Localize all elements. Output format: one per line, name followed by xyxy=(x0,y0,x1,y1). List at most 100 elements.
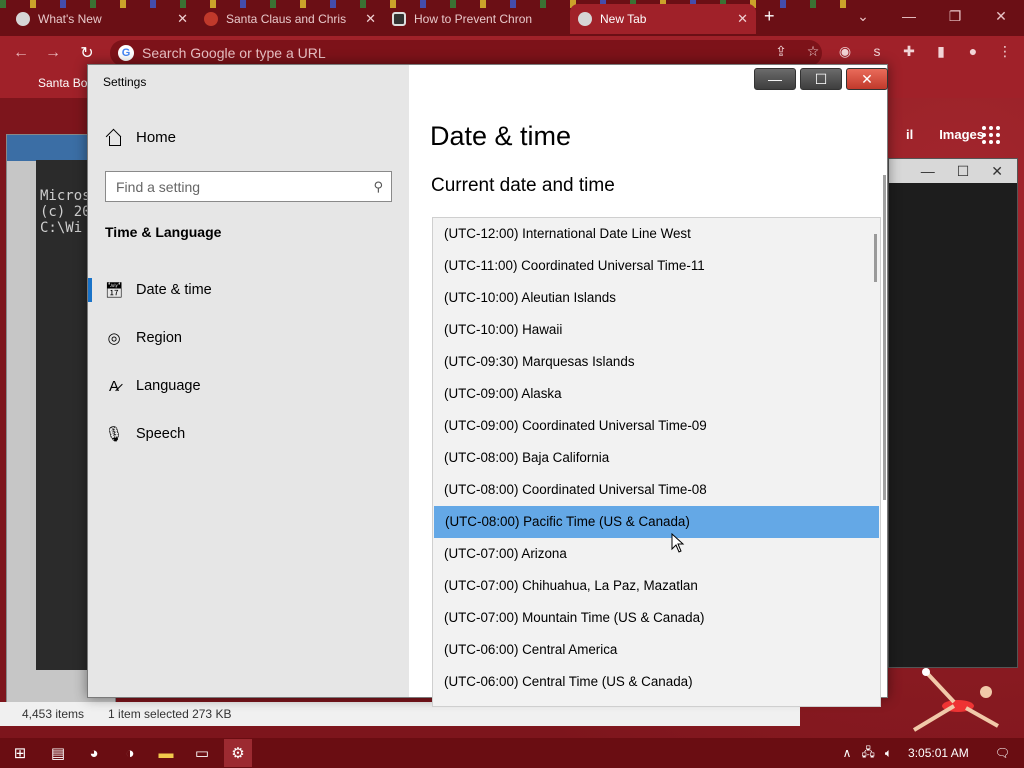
bookmark-item[interactable]: Santa Bo xyxy=(38,76,87,90)
microphone-icon: 🎙︎ xyxy=(104,426,124,443)
tab-title: How to Prevent Chron xyxy=(414,12,533,26)
timezone-option[interactable]: (UTC-07:00) Arizona xyxy=(433,538,880,570)
toolbar-actions: ⇪ ☆ ◉ s ✚ ▮ ● ⋮ xyxy=(770,40,1016,62)
gmail-link[interactable]: il xyxy=(906,127,913,142)
timezone-option[interactable]: (UTC-08:00) Coordinated Universal Time-0… xyxy=(433,474,880,506)
sidebar-icon[interactable]: ▮ xyxy=(930,40,952,62)
tab-search-icon[interactable]: ⌄ xyxy=(840,0,886,32)
notification-icon[interactable]: 🗨︎ xyxy=(995,746,1010,760)
windows-start-icon[interactable]: ⊞ xyxy=(6,739,34,767)
close-button[interactable]: ✕ xyxy=(846,68,888,90)
sidebar-item-label: Language xyxy=(136,378,201,394)
window-title: Settings xyxy=(103,75,147,89)
timezone-option[interactable]: (UTC-12:00) International Date Line West xyxy=(433,218,880,250)
apps-grid-icon[interactable] xyxy=(982,126,1000,144)
system-tray: ∧ 🖧︎ 🔈︎ 3:05:01 AM 🗨︎ xyxy=(843,738,1024,768)
background-window: — ☐ ✕ xyxy=(888,158,1018,668)
restore-icon[interactable]: ❐ xyxy=(932,0,978,32)
browser-tab[interactable]: Santa Claus and Chris ✕ xyxy=(196,4,384,34)
home-nav-item[interactable]: Home xyxy=(106,129,176,146)
sidebar-item-label: Speech xyxy=(136,426,186,442)
timezone-option[interactable]: (UTC-06:00) Central America xyxy=(433,634,880,666)
clock-label[interactable]: 3:05:01 AM xyxy=(908,746,969,760)
timezone-option[interactable]: (UTC-10:00) Aleutian Islands xyxy=(433,282,880,314)
sidebar-item-speech[interactable]: 🎙︎ Speech xyxy=(88,412,409,456)
minimize-button[interactable]: — xyxy=(754,68,796,90)
sidebar-item-date-time[interactable]: 📅︎ Date & time xyxy=(88,268,409,312)
sidebar-item-label: Region xyxy=(136,330,182,346)
page-scrollbar[interactable] xyxy=(883,175,886,500)
chrome-icon xyxy=(578,12,592,26)
close-icon[interactable]: ✕ xyxy=(177,11,188,27)
calendar-clock-icon: 📅︎ xyxy=(104,282,124,299)
terminal-icon[interactable]: ▭ xyxy=(188,739,216,767)
globe-icon: ◎ xyxy=(107,330,121,347)
dancer-image xyxy=(912,668,999,732)
profile-icon[interactable]: ● xyxy=(962,40,984,62)
browser-tab[interactable]: How to Prevent Chron xyxy=(384,4,570,34)
timezone-option[interactable]: (UTC-07:00) Chihuahua, La Paz, Mazatlan xyxy=(433,570,880,602)
back-icon[interactable]: ← xyxy=(10,42,32,64)
tab-title: New Tab xyxy=(600,12,647,26)
tab-title: Santa Claus and Chris xyxy=(226,12,347,26)
close-icon[interactable]: ✕ xyxy=(737,11,748,27)
reload-icon[interactable]: ↻ xyxy=(76,42,98,64)
address-bar[interactable]: G Search Google or type a URL xyxy=(110,40,822,66)
home-label: Home xyxy=(136,129,177,146)
close-icon[interactable]: ✕ xyxy=(978,0,1024,32)
close-icon[interactable]: ✕ xyxy=(991,159,1003,183)
site-favicon-icon xyxy=(392,12,406,26)
timezone-dropdown-list[interactable]: (UTC-12:00) International Date Line West… xyxy=(432,217,881,707)
timezone-option[interactable]: (UTC-09:00) Coordinated Universal Time-0… xyxy=(433,410,880,442)
share-icon[interactable]: ⇪ xyxy=(770,40,792,62)
list-scrollbar[interactable] xyxy=(874,234,877,282)
extension-icon[interactable]: s xyxy=(866,40,888,62)
folder-icon[interactable]: ▬ xyxy=(152,739,180,767)
google-links: il Images xyxy=(906,127,984,142)
chevron-up-icon[interactable]: ∧ xyxy=(843,746,852,760)
settings-gear-icon[interactable]: ⚙ xyxy=(224,739,252,767)
volume-icon[interactable]: 🔈︎ xyxy=(885,746,892,761)
timezone-option[interactable]: (UTC-09:00) Alaska xyxy=(433,378,880,410)
maximize-button[interactable]: ☐ xyxy=(800,68,842,90)
mouse-cursor-icon xyxy=(671,533,685,553)
firefox-icon[interactable]: ◑ xyxy=(116,739,144,767)
item-count: 4,453 items xyxy=(22,707,85,721)
timezone-option[interactable]: (UTC-09:30) Marquesas Islands xyxy=(433,346,880,378)
extension-icon[interactable]: ◉ xyxy=(834,40,856,62)
tab-title: What's New xyxy=(38,12,102,26)
site-favicon-icon xyxy=(204,12,218,26)
browser-tab[interactable]: What's New ✕ xyxy=(8,4,196,34)
task-view-icon[interactable]: ▤ xyxy=(44,739,72,767)
minimize-icon[interactable]: — xyxy=(886,0,932,32)
timezone-option-selected[interactable]: (UTC-08:00) Pacific Time (US & Canada) xyxy=(434,506,879,538)
sidebar-item-region[interactable]: ◎ Region xyxy=(88,316,409,360)
search-placeholder: Find a setting xyxy=(116,179,201,195)
star-icon[interactable]: ☆ xyxy=(802,40,824,62)
timezone-option[interactable]: (UTC-06:00) Central Time (US & Canada) xyxy=(433,666,880,698)
timezone-option[interactable]: (UTC-10:00) Hawaii xyxy=(433,314,880,346)
minimize-icon[interactable]: — xyxy=(921,159,935,183)
language-icon: A̷ xyxy=(108,377,119,395)
sidebar-item-language[interactable]: A̷ Language xyxy=(88,364,409,408)
selection-info: 1 item selected 273 KB xyxy=(108,707,232,721)
timezone-option[interactable]: (UTC-08:00) Baja California xyxy=(433,442,880,474)
network-icon[interactable]: 🖧︎ xyxy=(861,743,874,764)
images-link[interactable]: Images xyxy=(939,127,984,142)
settings-window: Settings Home Find a setting ⚲ Time & La… xyxy=(87,64,888,707)
puzzle-icon[interactable]: ✚ xyxy=(898,40,920,62)
browser-tab-active[interactable]: New Tab ✕ xyxy=(570,4,756,34)
search-icon: ⚲ xyxy=(373,179,383,194)
home-icon xyxy=(106,130,122,146)
maximize-icon[interactable]: ☐ xyxy=(957,159,970,183)
settings-search-input[interactable]: Find a setting ⚲ xyxy=(105,171,392,202)
menu-icon[interactable]: ⋮ xyxy=(994,40,1016,62)
sidebar-item-label: Date & time xyxy=(136,282,212,298)
chrome-icon[interactable]: ◕ xyxy=(80,739,108,767)
timezone-option[interactable]: (UTC-11:00) Coordinated Universal Time-1… xyxy=(433,250,880,282)
forward-icon[interactable]: → xyxy=(42,42,64,64)
new-tab-icon[interactable]: + xyxy=(764,6,775,27)
window-controls: — ☐ ✕ xyxy=(889,159,1017,183)
timezone-option[interactable]: (UTC-07:00) Mountain Time (US & Canada) xyxy=(433,602,880,634)
close-icon[interactable]: ✕ xyxy=(365,11,376,27)
